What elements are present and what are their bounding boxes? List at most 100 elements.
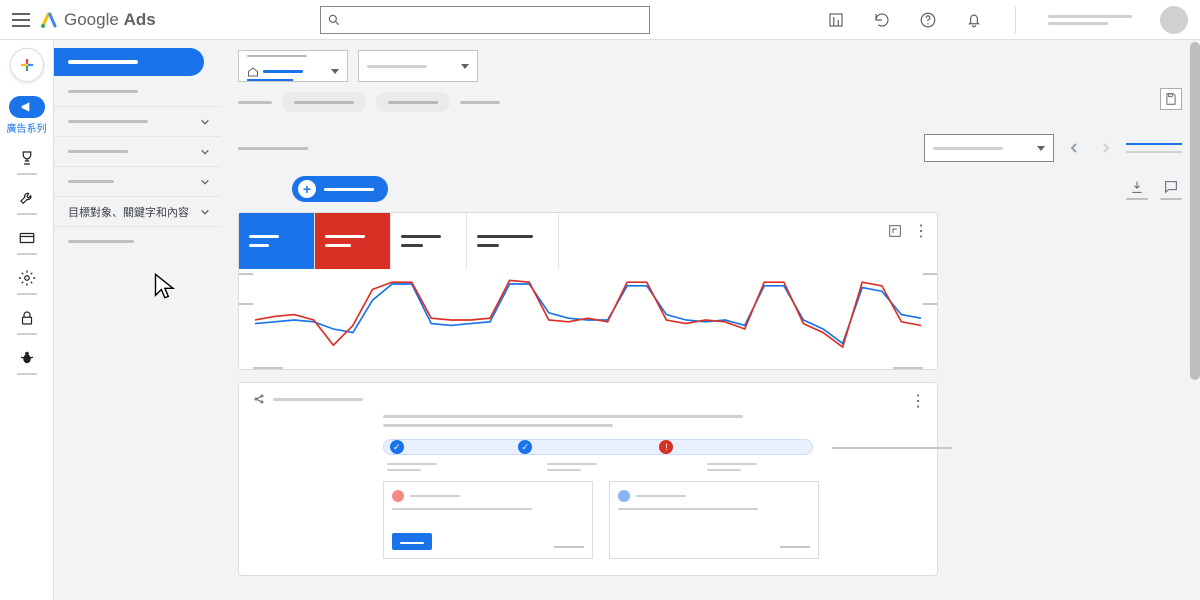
chevron-down-icon <box>1037 146 1045 151</box>
chevron-right-icon[interactable] <box>1100 142 1112 154</box>
main-content: + ⋮ ⋮ <box>220 40 1200 600</box>
expand-chart-icon[interactable] <box>887 223 903 239</box>
plus-icon: + <box>298 180 316 198</box>
megaphone-icon <box>19 100 35 114</box>
rec-subtitle <box>383 424 613 427</box>
view-toggle-active[interactable] <box>1126 143 1182 145</box>
progress-step-done: ✓ <box>390 440 404 454</box>
sidenav-item-active[interactable] <box>54 48 204 76</box>
separator <box>1015 7 1016 33</box>
top-bar: Google Ads <box>0 0 1200 40</box>
sidenav-item[interactable] <box>54 136 220 166</box>
notifications-icon[interactable] <box>965 11 983 29</box>
metric-tab[interactable] <box>391 213 467 269</box>
chip-label <box>238 101 272 104</box>
performance-chart-card: ⋮ <box>238 212 938 370</box>
sidenav-item[interactable] <box>54 76 220 106</box>
progress-step-labels <box>387 463 923 471</box>
recommendation-card: ⋮ ✓ ✓ ! <box>238 382 938 576</box>
filter-chip[interactable] <box>282 92 366 112</box>
view-toggle[interactable] <box>1126 151 1182 153</box>
line-chart <box>255 275 921 365</box>
recommendation-tile[interactable] <box>609 481 819 559</box>
status-dot-icon <box>392 490 404 502</box>
metric-tabs <box>239 213 937 269</box>
date-pager <box>1068 142 1112 154</box>
download-button[interactable] <box>1126 179 1148 200</box>
filter-chip[interactable] <box>376 92 450 112</box>
gear-icon <box>18 269 36 287</box>
bug-icon <box>18 349 36 367</box>
trophy-icon <box>18 149 36 167</box>
metric-tab[interactable] <box>239 213 315 269</box>
metric-tab[interactable] <box>315 213 391 269</box>
rail-item-debug[interactable] <box>17 349 37 375</box>
sidenav-item[interactable] <box>54 106 220 136</box>
scrollbar[interactable] <box>1190 40 1200 600</box>
scrollbar-thumb[interactable] <box>1190 42 1200 380</box>
rec-subtitle <box>383 415 743 418</box>
rail-item-settings[interactable] <box>17 269 37 295</box>
card-icon <box>18 229 36 247</box>
page-title <box>238 147 308 150</box>
recommendation-cta[interactable] <box>392 533 432 550</box>
rail-item-billing[interactable] <box>17 229 37 255</box>
chevron-down-icon <box>200 117 210 127</box>
status-dot-icon <box>618 490 630 502</box>
chevron-left-icon[interactable] <box>1068 142 1080 154</box>
save-view-button[interactable] <box>1160 88 1182 110</box>
chevron-down-icon <box>461 64 469 69</box>
sidenav-item-audiences[interactable]: 目標對象、關鍵字和內容 <box>54 196 220 226</box>
help-icon[interactable] <box>919 11 937 29</box>
progress-step-done: ✓ <box>518 440 532 454</box>
home-icon <box>247 66 259 78</box>
download-icon <box>1129 179 1145 195</box>
plus-multicolor-icon <box>18 56 36 74</box>
product-logo[interactable]: Google Ads <box>40 10 156 30</box>
chevron-down-icon <box>200 207 210 217</box>
chevron-down-icon <box>331 69 339 74</box>
new-campaign-button[interactable]: + <box>292 176 388 202</box>
menu-icon[interactable] <box>12 13 30 27</box>
avatar[interactable] <box>1160 6 1188 34</box>
feedback-icon <box>1163 179 1179 195</box>
side-nav: 目標對象、關鍵字和內容 <box>54 40 220 600</box>
search-input[interactable] <box>320 6 650 34</box>
sidenav-item-label: 目標對象、關鍵字和內容 <box>68 204 189 220</box>
metric-tab[interactable] <box>467 213 559 269</box>
rec-title <box>273 398 363 401</box>
sidenav-item[interactable] <box>54 166 220 196</box>
setup-progress: ✓ ✓ ! <box>383 439 813 455</box>
account-switcher[interactable] <box>1048 15 1132 25</box>
save-icon <box>1164 92 1178 106</box>
scope-selector-view[interactable] <box>358 50 478 82</box>
ads-logo-icon <box>40 11 58 29</box>
rail-item-tools[interactable] <box>17 189 37 215</box>
table-actions: + <box>238 176 1182 202</box>
date-range-selector[interactable] <box>924 134 1054 162</box>
chevron-down-icon <box>200 147 210 157</box>
rail-item-goals[interactable] <box>17 149 37 175</box>
top-utility-icons <box>827 6 1188 34</box>
scope-selector-account[interactable] <box>238 50 348 82</box>
refresh-icon[interactable] <box>873 11 891 29</box>
chevron-down-icon <box>200 177 210 187</box>
feedback-button[interactable] <box>1160 179 1182 200</box>
more-menu-icon[interactable]: ⋮ <box>910 391 927 411</box>
rail-item-security[interactable] <box>17 309 37 335</box>
rail-item-campaigns[interactable]: 廣告系列 <box>7 96 47 135</box>
create-button[interactable] <box>10 48 44 82</box>
recommendation-tile[interactable] <box>383 481 593 559</box>
left-rail: 廣告系列 <box>0 40 54 600</box>
product-name: Ads <box>124 10 156 29</box>
filter-chips <box>238 92 1182 112</box>
scope-selector-row <box>238 50 1182 82</box>
rail-item-label: 廣告系列 <box>7 120 47 135</box>
search-icon <box>327 13 341 27</box>
reports-icon[interactable] <box>827 11 845 29</box>
wrench-icon <box>18 189 36 207</box>
new-button-label <box>324 188 374 191</box>
lock-icon <box>18 309 36 327</box>
more-menu-icon[interactable]: ⋮ <box>913 221 929 241</box>
sidenav-item[interactable] <box>54 226 220 256</box>
